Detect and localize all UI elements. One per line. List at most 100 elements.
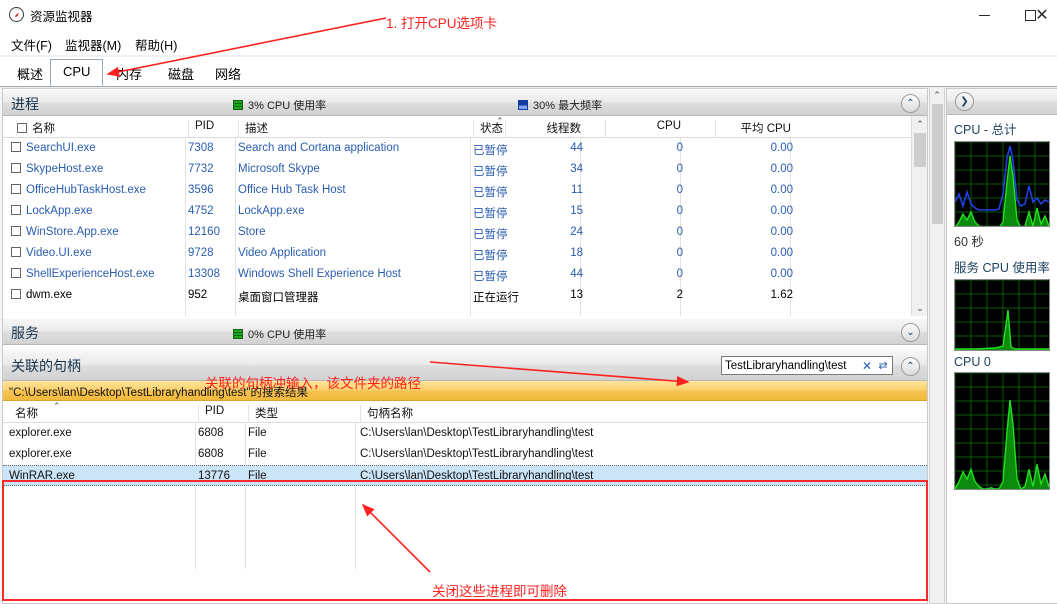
handles-collapse-button[interactable]: ⌃ (901, 357, 920, 376)
process-row[interactable]: Video.UI.exe9728Video Application已暂停1800… (3, 243, 927, 264)
handles-section-header[interactable]: 关联的句柄 TestLibraryhandling\test ✕ ⇄ ⌃ (3, 349, 927, 381)
chevron-up-icon: ⌃ (906, 98, 914, 109)
process-checkbox[interactable] (11, 142, 21, 152)
process-description: Video Application (238, 247, 326, 259)
process-row[interactable]: SkypeHost.exe7732Microsoft Skype已暂停3400.… (3, 159, 927, 180)
process-row[interactable]: LockApp.exe4752LockApp.exe已暂停1500.00 (3, 201, 927, 222)
graph-label-1: 服务 CPU 使用率 (947, 253, 1057, 279)
tab-1[interactable]: CPU (50, 59, 103, 86)
menu-item-0[interactable]: 文件(F) (8, 34, 55, 55)
process-avg-cpu: 0.00 (715, 142, 793, 154)
main-content: 进程 3% CPU 使用率 30% 最大频率 ⌃ 名称PID描述状态⌃线 (0, 88, 1057, 604)
process-checkbox[interactable] (11, 247, 21, 257)
handle-row[interactable]: explorer.exe6808FileC:\Users\lan\Desktop… (3, 444, 927, 465)
sort-ascending-icon: ⌃ (53, 401, 61, 412)
processes-scrollbar[interactable]: ⌃ ⌄ (911, 116, 927, 316)
tab-0[interactable]: 概述 (4, 59, 56, 86)
process-checkbox[interactable] (11, 289, 21, 299)
graphs-expand-button[interactable]: ❯ (955, 92, 974, 111)
handles-row-container: explorer.exe6808FileC:\Users\lan\Desktop… (3, 423, 927, 486)
handle-row[interactable]: explorer.exe6808FileC:\Users\lan\Desktop… (3, 423, 927, 444)
processes-cpu-usage-label: 3% CPU 使用率 (248, 97, 326, 113)
window-scroll-thumb[interactable] (932, 104, 943, 224)
scroll-down-arrow-icon[interactable]: ⌄ (912, 300, 928, 316)
select-all-checkbox[interactable] (17, 123, 27, 133)
handle-search-input[interactable]: TestLibraryhandling\test (722, 360, 860, 372)
process-checkbox[interactable] (11, 163, 21, 173)
process-cpu: 0 (605, 184, 683, 196)
process-row[interactable]: ShellExperienceHost.exe13308Windows Shel… (3, 264, 927, 285)
process-row-checkbox-cell: dwm.exe (11, 289, 72, 301)
handle-process-name: explorer.exe (9, 427, 72, 439)
clear-search-icon[interactable]: ✕ (860, 359, 874, 373)
menu-item-1[interactable]: 监视器(M) (62, 34, 124, 55)
process-row[interactable]: OfficeHubTaskHost.exe3596Office Hub Task… (3, 180, 927, 201)
scroll-up-arrow-icon[interactable]: ⌃ (912, 116, 928, 132)
process-column-header-3[interactable]: 状态⌃ (473, 120, 503, 138)
process-status: 已暂停 (473, 226, 508, 242)
services-section-header[interactable]: 服务 0% CPU 使用率 ⌄ (3, 318, 927, 345)
window-scrollbar[interactable]: ⌃ (929, 88, 945, 604)
process-checkbox[interactable] (11, 226, 21, 236)
process-avg-cpu: 0.00 (715, 184, 793, 196)
process-column-header-1[interactable]: PID (188, 120, 214, 138)
menu-item-2[interactable]: 帮助(H) (132, 34, 180, 55)
services-expand-button[interactable]: ⌄ (901, 323, 920, 342)
process-cpu: 2 (605, 289, 683, 301)
process-status: 已暂停 (473, 142, 508, 158)
process-pid: 9728 (188, 247, 214, 259)
services-cpu-usage-stat: 0% CPU 使用率 (233, 326, 326, 342)
tab-4[interactable]: 网络 (202, 59, 254, 86)
sort-ascending-icon: ⌃ (496, 116, 504, 127)
close-button[interactable]: ✕ (1027, 0, 1057, 30)
processes-title: 进程 (11, 94, 39, 114)
process-cpu: 0 (605, 205, 683, 217)
process-name: Video.UI.exe (26, 247, 92, 259)
process-column-header-6[interactable]: 平均 CPU (715, 120, 799, 138)
processes-table: 名称 PID 描述 状态⌃线程数 CPU 平均 CPU SearchUI.exe7308S… (3, 116, 927, 316)
handle-column-header-0[interactable]: 名称⌃ (9, 405, 38, 423)
process-status: 已暂停 (473, 205, 508, 221)
window-scroll-up-icon[interactable]: ⌃ (930, 88, 944, 103)
scroll-thumb[interactable] (914, 133, 926, 167)
resource-monitor-window: 资源监视器 ✕ 文件(F)监视器(M)帮助(H) 概述CPU内存磁盘网络 进程 … (0, 0, 1057, 604)
process-checkbox[interactable] (11, 184, 21, 194)
handle-name: C:\Users\lan\Desktop\TestLibraryhandling… (360, 470, 593, 482)
process-cpu: 0 (605, 142, 683, 154)
column-label: 名称 (15, 408, 38, 420)
handle-search-box[interactable]: TestLibraryhandling\test ✕ ⇄ (721, 356, 893, 375)
handle-name: C:\Users\lan\Desktop\TestLibraryhandling… (360, 448, 593, 460)
handle-column-header-3[interactable]: 句柄名称 (360, 405, 413, 423)
processes-table-header: 名称 PID 描述 状态⌃线程数 CPU 平均 CPU (3, 116, 927, 138)
graph-list: CPU - 总计 60 秒服务 CPU 使用率 CPU 0 (947, 115, 1057, 490)
tab-2[interactable]: 内存 (103, 59, 155, 86)
close-icon: ✕ (1035, 7, 1048, 23)
handle-pid: 6808 (198, 448, 224, 460)
processes-section-header[interactable]: 进程 3% CPU 使用率 30% 最大频率 ⌃ (3, 89, 927, 116)
processes-collapse-button[interactable]: ⌃ (901, 94, 920, 113)
process-column-header-2[interactable]: 描述 (238, 120, 268, 138)
handle-row[interactable]: WinRAR.exe13776FileC:\Users\lan\Desktop\… (3, 465, 927, 486)
services-cpu-usage-label: 0% CPU 使用率 (248, 326, 326, 342)
process-pid: 7308 (188, 142, 214, 154)
tab-3[interactable]: 磁盘 (155, 59, 207, 86)
minimize-button[interactable] (961, 0, 1007, 30)
handle-column-header-2[interactable]: 类型 (248, 405, 278, 423)
process-status: 已暂停 (473, 184, 508, 200)
process-row[interactable]: dwm.exe952桌面窗口管理器正在运行1321.62 (3, 285, 927, 306)
process-column-header-0[interactable]: 名称 (11, 120, 55, 138)
process-column-header-4[interactable]: 线程数 (505, 120, 589, 138)
process-checkbox[interactable] (11, 205, 21, 215)
process-description: Microsoft Skype (238, 163, 320, 175)
column-label: 类型 (255, 408, 278, 420)
process-checkbox[interactable] (11, 268, 21, 278)
minimize-icon (979, 15, 990, 16)
process-column-header-5[interactable]: CPU (605, 120, 689, 138)
process-row[interactable]: SearchUI.exe7308Search and Cortana appli… (3, 138, 927, 159)
process-row[interactable]: WinStore.App.exe12160Store已暂停2400.00 (3, 222, 927, 243)
handle-column-header-1[interactable]: PID (198, 405, 224, 423)
column-label: CPU (657, 120, 681, 132)
ann-open-cpu-tab: 1. 打开CPU选项卡 (386, 12, 497, 32)
search-refresh-icon[interactable]: ⇄ (874, 359, 892, 372)
process-pid: 3596 (188, 184, 214, 196)
